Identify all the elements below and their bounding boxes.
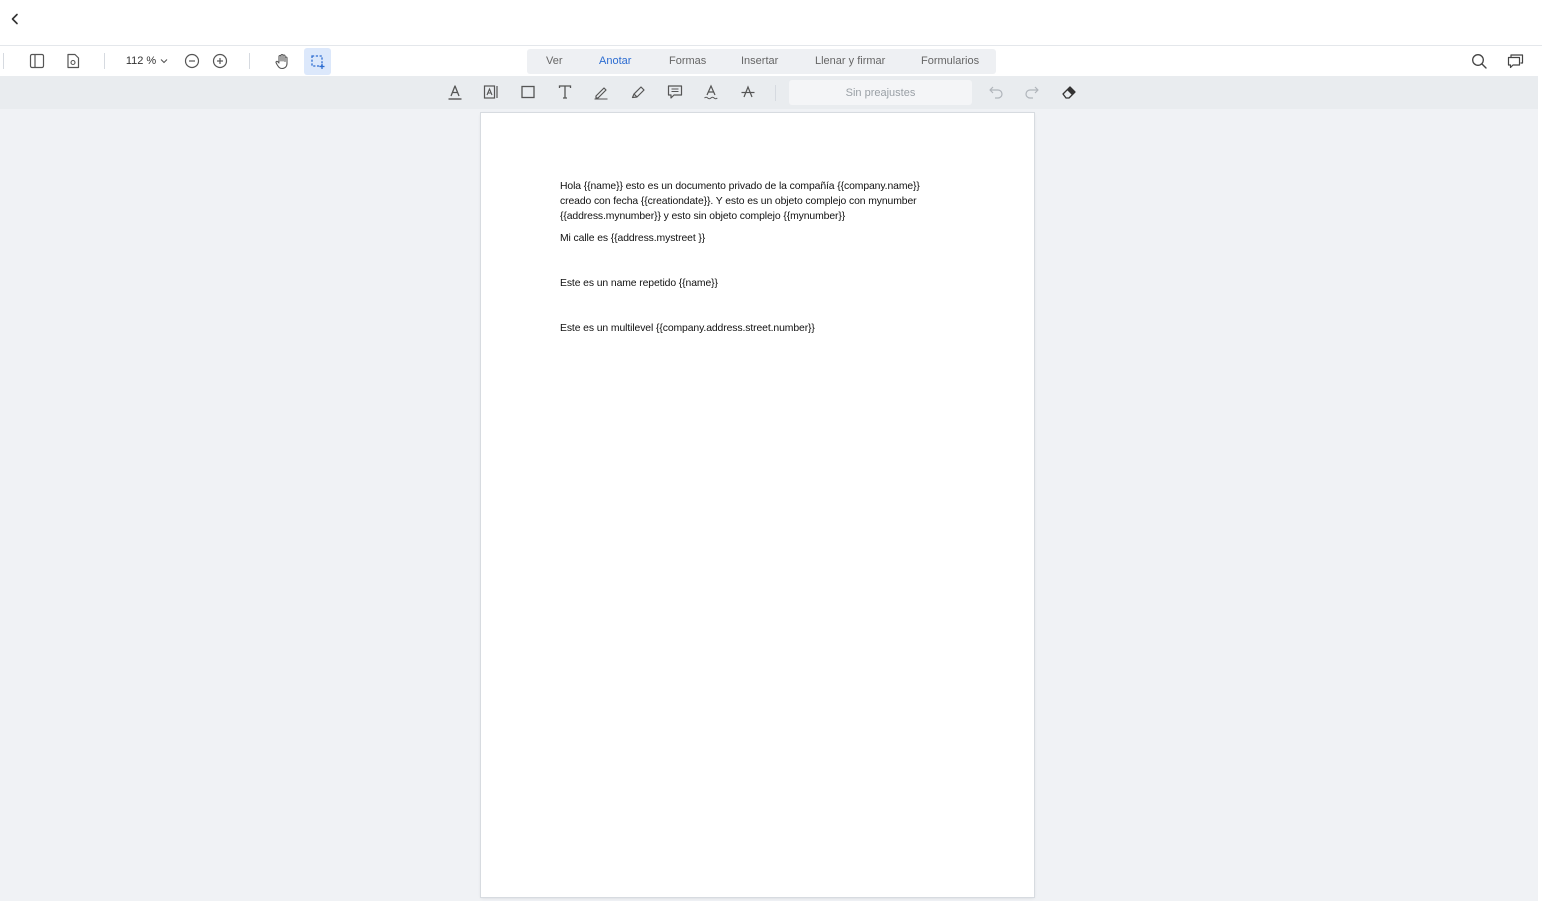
hand-icon	[274, 53, 290, 70]
tab-ver[interactable]: Ver	[546, 55, 563, 67]
comment-tool[interactable]	[665, 82, 685, 102]
underline-tool[interactable]	[701, 82, 721, 102]
free-text-box-icon	[483, 84, 499, 100]
tab-insertar[interactable]: Insertar	[741, 55, 778, 67]
text-line: Este es un name repetido {{name}}	[560, 278, 718, 289]
comments-panel-button[interactable]	[1504, 50, 1526, 72]
pen-icon	[593, 84, 609, 100]
zoom-select[interactable]: 112 %	[120, 49, 174, 73]
paragraph-street: Mi calle es {{address.mystreet }}	[560, 231, 980, 246]
rectangle-icon	[520, 84, 536, 100]
toolbar-divider	[249, 53, 250, 69]
paragraph-repeated-name: Este es un name repetido {{name}}	[560, 276, 980, 291]
strikethrough-icon	[740, 84, 756, 100]
chevron-down-icon	[160, 58, 168, 64]
rectangle-tool[interactable]	[518, 82, 538, 102]
pen-tool[interactable]	[591, 82, 611, 102]
undo-button[interactable]	[986, 82, 1006, 102]
tab-formularios[interactable]: Formularios	[921, 55, 979, 67]
highlighter-icon	[630, 84, 646, 100]
free-text-box-tool[interactable]	[481, 82, 501, 102]
toolbar-divider	[104, 53, 105, 69]
sidebar-icon	[29, 53, 45, 69]
comment-icon	[667, 84, 683, 100]
text-highlight-tool[interactable]	[445, 82, 465, 102]
search-button[interactable]	[1468, 50, 1490, 72]
tab-formas[interactable]: Formas	[669, 55, 706, 67]
text-line: Este es un multilevel {{company.address.…	[560, 323, 815, 334]
document-icon	[66, 53, 80, 69]
pan-tool-button[interactable]	[270, 50, 294, 72]
zoom-out-button[interactable]	[182, 51, 202, 71]
text-line: Hola {{name}} esto es un documento priva…	[560, 181, 920, 192]
redo-button[interactable]	[1022, 82, 1042, 102]
preset-select[interactable]: Sin preajustes	[789, 80, 972, 105]
toolbar-divider	[3, 53, 4, 69]
strikethrough-tool[interactable]	[738, 82, 758, 102]
text-line: {{address.mynumber}} y esto sin objeto c…	[560, 211, 846, 222]
main-toolbar: 112 % Ver Anotar Formas Insertar Llenar …	[0, 46, 1542, 76]
redo-icon	[1024, 85, 1040, 99]
text-line: Mi calle es {{address.mystreet }}	[560, 233, 706, 244]
tab-llenar-y-firmar[interactable]: Llenar y firmar	[815, 55, 885, 67]
text-icon	[557, 84, 573, 100]
back-button[interactable]	[6, 10, 24, 28]
paragraph-intro: Hola {{name}} esto es un documento priva…	[560, 179, 980, 224]
text-highlight-icon	[447, 84, 463, 101]
comments-icon	[1507, 53, 1524, 69]
underline-icon	[703, 84, 719, 100]
chevron-left-icon	[10, 13, 20, 25]
text-tool[interactable]	[555, 82, 575, 102]
eraser-icon	[1061, 84, 1077, 100]
search-icon	[1471, 53, 1487, 69]
marquee-select-icon	[310, 54, 326, 70]
undo-icon	[988, 85, 1004, 99]
scrollbar-track[interactable]	[1538, 76, 1542, 901]
paragraph-multilevel: Este es un multilevel {{company.address.…	[560, 321, 980, 336]
zoom-in-button[interactable]	[210, 51, 230, 71]
top-bar	[0, 0, 1542, 46]
document-properties-button[interactable]	[62, 50, 84, 72]
zoom-value: 112 %	[125, 55, 157, 67]
sidebar-toggle-button[interactable]	[26, 50, 48, 72]
zoom-in-icon	[212, 53, 228, 69]
select-tool-button[interactable]	[304, 48, 331, 75]
text-line: creado con fecha {{creationdate}}. Y est…	[560, 196, 917, 207]
toolbar-divider	[775, 85, 776, 101]
tab-anotar[interactable]: Anotar	[599, 55, 631, 67]
document-page: Hola {{name}} esto es un documento priva…	[481, 113, 1034, 897]
zoom-out-icon	[184, 53, 200, 69]
highlighter-tool[interactable]	[628, 82, 648, 102]
eraser-tool[interactable]	[1059, 82, 1079, 102]
annotation-toolbar: Sin preajustes	[0, 76, 1538, 109]
mode-tabs: Ver Anotar Formas Insertar Llenar y firm…	[527, 49, 996, 74]
